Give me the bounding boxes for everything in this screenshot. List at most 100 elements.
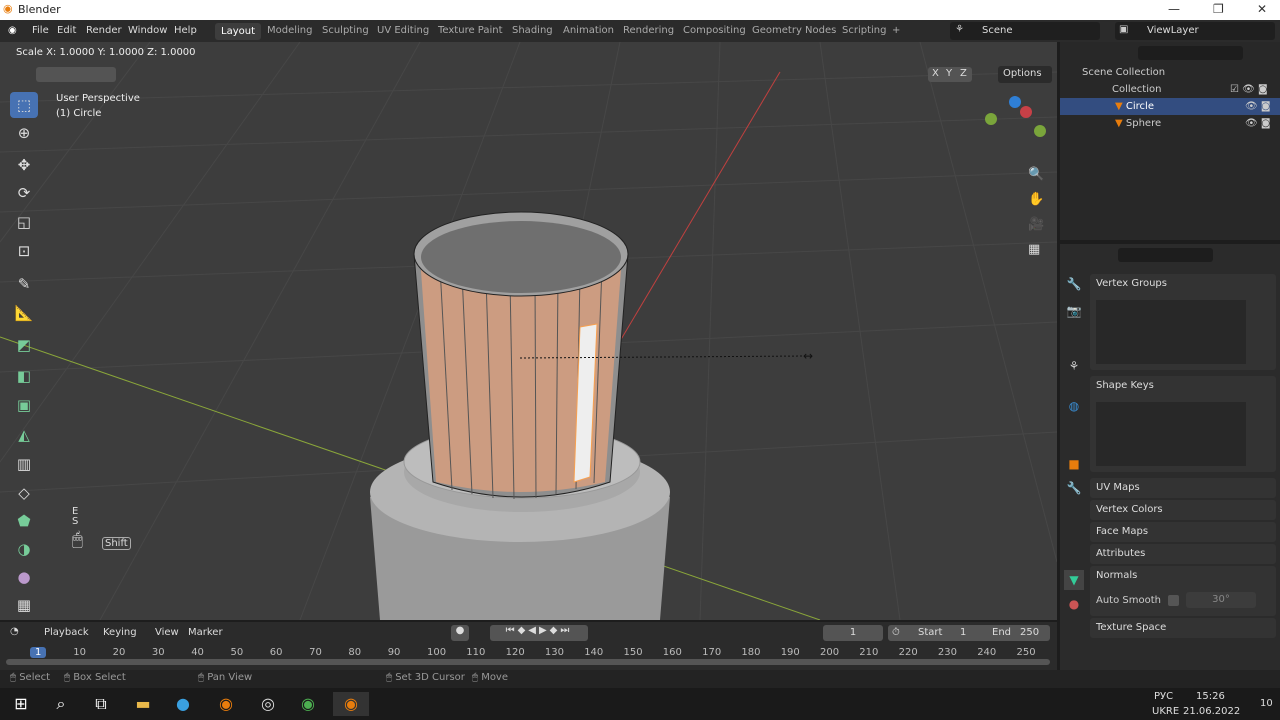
search-icon[interactable]: ⌕ bbox=[48, 692, 74, 716]
3d-viewport[interactable]: ↔ Scale X: 1.0000 Y: 1.0000 Z: 1.0000 Us… bbox=[0, 42, 1057, 620]
frame-tick[interactable]: 130 bbox=[545, 647, 564, 658]
blender-taskbar-icon[interactable]: ◉ bbox=[213, 692, 239, 716]
start-frame[interactable]: 1 bbox=[960, 625, 966, 641]
frame-tick[interactable]: 240 bbox=[977, 647, 996, 658]
frame-tick[interactable]: 230 bbox=[938, 647, 957, 658]
frame-tick[interactable]: 1 bbox=[30, 647, 47, 658]
frame-tick[interactable]: 110 bbox=[466, 647, 485, 658]
notification-badge[interactable]: 10 bbox=[1260, 698, 1273, 709]
render-tab-icon[interactable]: 📷 bbox=[1064, 301, 1084, 321]
frame-tick[interactable]: 80 bbox=[348, 647, 361, 658]
axis-y-toggle[interactable]: Y bbox=[946, 68, 952, 79]
close-button[interactable]: ✕ bbox=[1257, 2, 1267, 16]
tab-modeling[interactable]: Modeling bbox=[267, 25, 313, 36]
knife-tool[interactable]: ◇ bbox=[10, 480, 38, 506]
select-box-tool[interactable]: ⬚ bbox=[10, 92, 38, 118]
outliner-scene-collection[interactable]: Scene Collection bbox=[1060, 64, 1280, 81]
menu-edit[interactable]: Edit bbox=[57, 25, 76, 36]
frame-tick[interactable]: 190 bbox=[781, 647, 800, 658]
checkbox-icon[interactable]: ☑ 👁 ◙ bbox=[1230, 81, 1268, 98]
playback-controls[interactable]: ⏮◆◀▶◆⏭ bbox=[490, 625, 588, 641]
pan-hand-icon[interactable]: ✋ bbox=[1028, 187, 1044, 212]
rotate-tool[interactable]: ⟳ bbox=[10, 180, 38, 206]
frame-tick[interactable]: 170 bbox=[702, 647, 721, 658]
transform-tool[interactable]: ⊡ bbox=[10, 238, 38, 264]
editor-type-icon[interactable]: ◔ bbox=[10, 626, 19, 637]
object-tab-icon[interactable]: ■ bbox=[1064, 454, 1084, 474]
playback-menu[interactable]: Playback bbox=[44, 627, 89, 638]
auto-smooth-angle[interactable]: 30° bbox=[1186, 592, 1256, 608]
measure-tool[interactable]: 📐 bbox=[10, 300, 38, 326]
add-workspace-button[interactable]: + bbox=[892, 25, 900, 36]
properties-search[interactable] bbox=[1118, 248, 1213, 262]
tab-layout[interactable]: Layout bbox=[215, 23, 261, 40]
menu-help[interactable]: Help bbox=[174, 25, 197, 36]
mesh-data-tab-icon[interactable]: ▼ bbox=[1064, 570, 1084, 590]
telegram-icon[interactable]: ● bbox=[170, 692, 196, 716]
record-button[interactable]: ● bbox=[451, 625, 469, 641]
auto-smooth-checkbox[interactable] bbox=[1168, 595, 1179, 606]
view-menu[interactable]: View bbox=[155, 627, 179, 638]
material-tab-icon[interactable]: ● bbox=[1064, 594, 1084, 614]
annotate-tool[interactable]: ✎ bbox=[10, 271, 38, 297]
select-mode-buttons[interactable] bbox=[36, 67, 116, 82]
tab-animation[interactable]: Animation bbox=[563, 25, 614, 36]
inset-tool[interactable]: ▣ bbox=[10, 392, 38, 418]
frame-tick[interactable]: 200 bbox=[820, 647, 839, 658]
outliner-search[interactable] bbox=[1138, 46, 1243, 60]
tab-uv-editing[interactable]: UV Editing bbox=[377, 25, 429, 36]
cursor-tool[interactable]: ⊕ bbox=[10, 120, 38, 146]
frame-tick[interactable]: 10 bbox=[73, 647, 86, 658]
frame-tick[interactable]: 90 bbox=[388, 647, 401, 658]
clock-date[interactable]: 21.06.2022 bbox=[1183, 706, 1240, 717]
keyboard-layout[interactable]: UKRE bbox=[1152, 706, 1179, 717]
frame-tick[interactable]: 250 bbox=[1017, 647, 1036, 658]
frame-tick[interactable]: 20 bbox=[113, 647, 126, 658]
tool-tab-icon[interactable]: 🔧 bbox=[1064, 274, 1084, 294]
minimize-button[interactable]: — bbox=[1168, 2, 1180, 16]
nav-buttons[interactable]: 🔍 ✋ 🎥 ▦ bbox=[1028, 162, 1044, 262]
outliner-object-circle[interactable]: ▼ Circle 👁 ◙ bbox=[1060, 98, 1280, 115]
language-indicator[interactable]: РУС bbox=[1154, 691, 1173, 702]
blender-active-icon[interactable]: ◉ bbox=[333, 692, 369, 716]
scene-tab-icon[interactable]: ⚘ bbox=[1064, 356, 1084, 376]
axis-x-toggle[interactable]: X bbox=[932, 68, 939, 79]
scene-selector[interactable]: ⚘ Scene bbox=[950, 22, 1100, 40]
add-cube-tool[interactable]: ◩ bbox=[10, 332, 38, 358]
menu-window[interactable]: Window bbox=[128, 25, 167, 36]
zoom-icon[interactable]: 🔍 bbox=[1028, 162, 1044, 187]
tab-geometry-nodes[interactable]: Geometry Nodes bbox=[752, 25, 836, 36]
spin-tool[interactable]: ◑ bbox=[10, 536, 38, 562]
visibility-icon[interactable]: 👁 ◙ bbox=[1245, 98, 1271, 115]
panel-face-maps[interactable]: Face Maps bbox=[1090, 522, 1276, 542]
file-explorer-icon[interactable]: ▬ bbox=[130, 692, 156, 716]
current-frame-field[interactable]: 1 bbox=[823, 625, 883, 641]
frame-tick[interactable]: 30 bbox=[152, 647, 165, 658]
frame-tick[interactable]: 40 bbox=[191, 647, 204, 658]
panel-uv-maps[interactable]: UV Maps bbox=[1090, 478, 1276, 498]
frame-tick[interactable]: 220 bbox=[899, 647, 918, 658]
frame-tick[interactable]: 50 bbox=[231, 647, 244, 658]
world-tab-icon[interactable]: ◍ bbox=[1064, 396, 1084, 416]
menu-file[interactable]: File bbox=[32, 25, 49, 36]
outliner-collection[interactable]: Collection ☑ 👁 ◙ bbox=[1060, 81, 1280, 98]
panel-attributes[interactable]: Attributes bbox=[1090, 544, 1276, 564]
view-layer-selector[interactable]: ▣ ViewLayer bbox=[1115, 22, 1275, 40]
bevel-tool[interactable]: ◭ bbox=[10, 422, 38, 448]
timeline-scrollbar[interactable] bbox=[6, 659, 1050, 665]
frame-tick[interactable]: 210 bbox=[859, 647, 878, 658]
windows-start-icon[interactable]: ⊞ bbox=[8, 692, 34, 716]
panel-texture-space[interactable]: Texture Space bbox=[1090, 618, 1276, 638]
restore-button[interactable]: ❐ bbox=[1213, 2, 1224, 16]
tab-compositing[interactable]: Compositing bbox=[683, 25, 746, 36]
obs-icon[interactable]: ◎ bbox=[255, 692, 281, 716]
frame-tick[interactable]: 150 bbox=[624, 647, 643, 658]
panel-shape-keys[interactable]: Shape Keys bbox=[1090, 376, 1276, 472]
panel-vertex-colors[interactable]: Vertex Colors bbox=[1090, 500, 1276, 520]
mirror-axes[interactable]: X Y Z bbox=[928, 67, 972, 82]
shrink-fatten-tool[interactable]: ▦ bbox=[10, 592, 38, 618]
move-tool[interactable]: ✥ bbox=[10, 152, 38, 178]
extrude-tool[interactable]: ◧ bbox=[10, 363, 38, 389]
camera-icon[interactable]: 🎥 bbox=[1028, 212, 1044, 237]
tab-rendering[interactable]: Rendering bbox=[623, 25, 674, 36]
